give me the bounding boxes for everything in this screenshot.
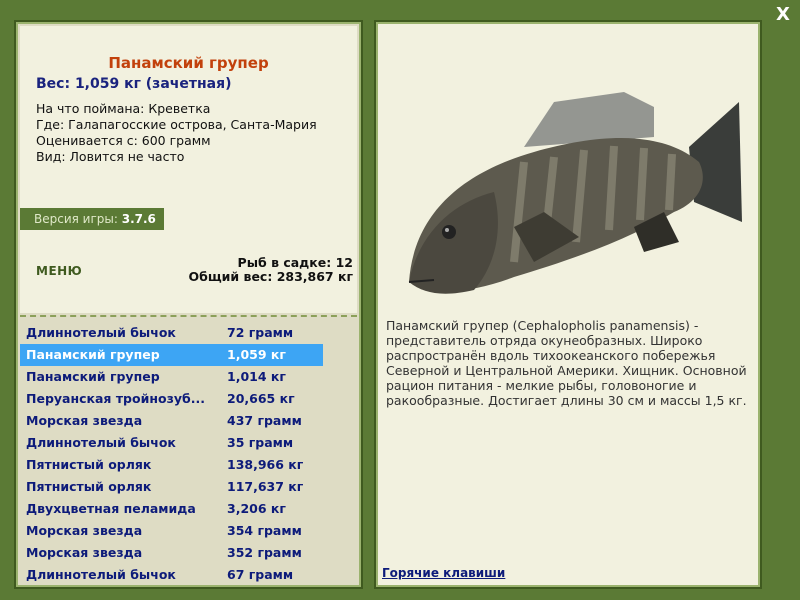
catch-row[interactable]: Панамский групер 1,014 кг: [20, 366, 323, 388]
catch-weight: 352 грамм: [227, 545, 302, 560]
catch-weight: 72 грамм: [227, 325, 294, 340]
catch-name: Морская звезда: [26, 545, 143, 560]
version-badge: Версия игры: 3.7.6: [20, 208, 164, 230]
catch-row[interactable]: Длиннотелый бычок 72 грамм: [20, 322, 323, 344]
rarity-info: Вид: Ловится не часто: [36, 149, 185, 164]
catch-name: Перуанская тройнозуб...: [26, 391, 205, 406]
catch-weight: 35 грамм: [227, 435, 294, 450]
fish-description: Панамский групер (Cephalopholis panamens…: [386, 318, 747, 408]
fish-count: Рыб в садке: 12: [237, 255, 353, 270]
catch-weight: 1,059 кг: [227, 347, 286, 362]
catch-row[interactable]: Длиннотелый бычок 67 грамм: [20, 564, 323, 586]
catch-row[interactable]: Пятнистый орляк 117,637 кг: [20, 476, 323, 498]
fish-title: Панамский групер: [108, 54, 269, 72]
catch-name: Панамский групер: [26, 347, 160, 362]
fish-info-card: Панамский групер Вес: 1,059 кг (зачетная…: [20, 26, 357, 313]
valuation-info: Оценивается с: 600 грамм: [36, 133, 211, 148]
catch-row[interactable]: Перуанская тройнозуб... 20,665 кг: [20, 388, 323, 410]
bait-info: На что поймана: Креветка: [36, 101, 211, 116]
catch-weight: 437 грамм: [227, 413, 302, 428]
cage-stats: Рыб в садке: 12 Общий вес: 283,867 кг: [189, 256, 354, 284]
catch-row[interactable]: Морская звезда 352 грамм: [20, 542, 323, 564]
catch-name: Длиннотелый бычок: [26, 435, 176, 450]
menu-button[interactable]: МЕНЮ: [36, 264, 82, 278]
catch-name: Морская звезда: [26, 413, 143, 428]
catch-name: Панамский групер: [26, 369, 160, 384]
location-info: Где: Галапагосские острова, Санта-Мария: [36, 117, 317, 132]
catch-weight: 3,206 кг: [227, 501, 286, 516]
catch-row[interactable]: Длиннотелый бычок 35 грамм: [20, 432, 323, 454]
catch-list: Длиннотелый бычок 72 грамм Панамский груп…: [20, 322, 357, 586]
catch-name: Пятнистый орляк: [26, 479, 152, 494]
catch-name: Пятнистый орляк: [26, 457, 152, 472]
catch-row[interactable]: Пятнистый орляк 138,966 кг: [20, 454, 323, 476]
catch-name: Длиннотелый бычок: [26, 325, 176, 340]
total-weight: Общий вес: 283,867 кг: [188, 269, 354, 284]
grouper-fish-image: [408, 92, 742, 294]
version-label: Версия игры:: [34, 212, 118, 226]
divider: [20, 315, 357, 317]
catch-name: Морская звезда: [26, 523, 143, 538]
catch-weight: 67 грамм: [227, 567, 294, 582]
catch-row-selected[interactable]: Панамский групер 1,059 кг: [20, 344, 323, 366]
catch-weight: 354 грамм: [227, 523, 302, 538]
left-panel: Панамский групер Вес: 1,059 кг (зачетная…: [14, 20, 363, 589]
catch-row[interactable]: Морская звезда 437 грамм: [20, 410, 323, 432]
catch-row[interactable]: Двухцветная пеламида 3,206 кг: [20, 498, 323, 520]
catch-name: Длиннотелый бычок: [26, 567, 176, 582]
right-panel: Панамский групер (Cephalopholis panamens…: [374, 20, 762, 589]
catch-weight: 117,637 кг: [227, 479, 304, 494]
catch-weight: 138,966 кг: [227, 457, 304, 472]
catch-weight: 1,014 кг: [227, 369, 286, 384]
catch-row[interactable]: Морская звезда 354 грамм: [20, 520, 323, 542]
catch-name: Двухцветная пеламида: [26, 501, 196, 516]
close-button[interactable]: X: [772, 4, 794, 26]
catch-weight: 20,665 кг: [227, 391, 295, 406]
hotkeys-link[interactable]: Горячие клавиши: [382, 566, 505, 580]
fish-weight: Вес: 1,059 кг (зачетная): [36, 76, 232, 92]
version-value: 3.7.6: [121, 212, 156, 226]
